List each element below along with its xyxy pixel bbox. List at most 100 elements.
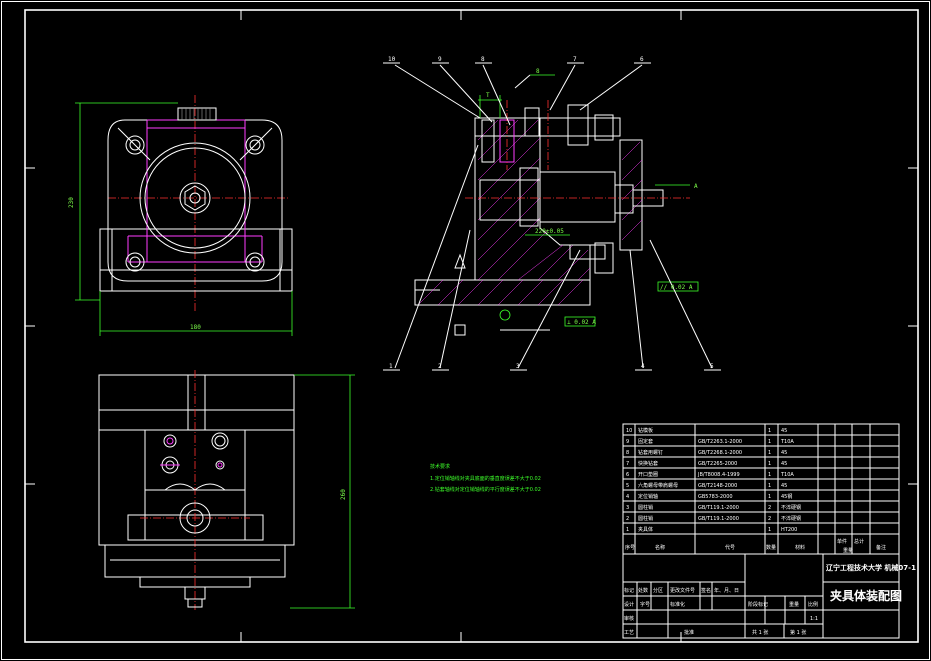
row-name: 钻模板 [638, 427, 653, 434]
row-code: GB5783-2000 [698, 494, 733, 500]
hdr-remark: 备注 [876, 544, 886, 551]
row-material: T10A [780, 439, 794, 445]
row-material: 45 [781, 461, 787, 467]
dim-side-top: T [486, 92, 490, 99]
school-name: 辽宁工程技术大学 机械07-1 [826, 563, 916, 572]
tb-standard: 标准化 [670, 601, 685, 608]
dim-top-height: 260 [340, 489, 347, 500]
tb-scale: 1:1 [810, 616, 818, 622]
notes-title: 技术要求 [430, 463, 450, 470]
row-material: HT200 [781, 527, 797, 533]
row-name: 六角螺母带肩螺母 [638, 482, 678, 489]
tb-label-zone: 分区 [653, 587, 663, 594]
row-qty: 1 [768, 472, 771, 478]
row-no: 2 [626, 516, 629, 522]
drawing-name: 夹具体装配图 [830, 588, 902, 603]
row-code: GB/T2268.1-2000 [698, 450, 742, 456]
row-code: GB/T2265-2000 [698, 461, 737, 467]
row-name: 固定套 [638, 438, 653, 445]
dim-front-width: 180 [190, 324, 201, 331]
tb-process: 工艺 [624, 630, 634, 636]
tolerance-flat: ⊥ 0.02 A [567, 319, 596, 326]
datum-label: A [694, 183, 698, 190]
row-code: GB/T119.1-2000 [698, 505, 739, 511]
callout-1: 1 [389, 363, 393, 370]
hdr-mat: 材料 [795, 544, 805, 551]
dim-side-mid: 8 [536, 68, 540, 75]
callout-3: 3 [516, 363, 520, 370]
row-qty: 1 [768, 461, 771, 467]
row-material: 不淬硬钢 [781, 504, 801, 511]
hdr-code: 代号 [725, 544, 735, 551]
row-qty: 1 [768, 483, 771, 489]
row-name: 圆柱销 [638, 504, 653, 511]
callout-5: 5 [710, 363, 714, 370]
row-name: 快换钻套 [638, 460, 658, 467]
tb-stage: 阶段标记 [748, 601, 768, 608]
notes-line-2: 2.钻套轴线对定位销轴线的平行度误差不大于0.02 [430, 486, 541, 493]
cad-drawing: 230 180 260 T 8 220±0.05 // 0.02 A ⊥ 0.0… [1, 1, 930, 660]
tb-label-sign: 签名 [701, 587, 711, 594]
dim-side-low: 220±0.05 [535, 228, 564, 235]
top-view [98, 370, 355, 610]
row-qty: 1 [768, 494, 771, 500]
hdr-qty: 数量 [766, 544, 776, 551]
row-code: GB/T2148-2000 [698, 483, 737, 489]
tb-weight: 重量 [789, 601, 799, 608]
row-no: 9 [626, 439, 629, 445]
row-no: 4 [626, 494, 629, 500]
row-no: 10 [626, 428, 632, 434]
row-qty: 2 [768, 505, 771, 511]
row-qty: 1 [768, 527, 771, 533]
hdr-no: 序号 [625, 544, 635, 551]
row-material: 不淬硬钢 [781, 515, 801, 522]
row-code: GB/T119.1-2000 [698, 516, 739, 522]
callout-10: 10 [388, 56, 396, 63]
row-qty: 1 [768, 439, 771, 445]
row-no: 6 [626, 472, 629, 478]
tb-scale-label: 比例 [808, 601, 818, 608]
row-material: 45 [781, 450, 787, 456]
row-qty: 1 [768, 450, 771, 456]
hdr-unit: 单件 [837, 538, 847, 545]
tb-design: 设计 [624, 601, 634, 608]
hdr-name: 名称 [655, 544, 665, 551]
row-qty: 1 [768, 428, 771, 434]
hdr-total: 总计 [854, 538, 864, 545]
tb-approve: 批准 [684, 629, 694, 636]
row-material: 45钢 [781, 493, 792, 500]
row-name: 钻套用螺钉 [638, 449, 663, 456]
callout-7: 7 [573, 56, 577, 63]
tb-label-count: 处数 [638, 587, 648, 594]
row-code: JB/T8008.4-1999 [697, 472, 740, 478]
front-view [75, 95, 293, 336]
notes-line-1: 1.定位销轴线对夹具底面的垂直度误差不大于0.02 [430, 475, 541, 482]
tolerance-perp: // 0.02 A [660, 284, 693, 291]
dim-front-height: 230 [68, 197, 75, 208]
drawing-frame [24, 9, 919, 643]
row-name: 夹具体 [638, 526, 653, 533]
row-material: 45 [781, 483, 787, 489]
callout-6: 6 [640, 56, 644, 63]
row-no: 1 [626, 527, 629, 533]
zone-marks [25, 10, 918, 642]
hdr-weight: 重量 [843, 547, 853, 554]
row-name: 定位销轴 [638, 493, 658, 500]
tb-label-date: 年、月、日 [714, 587, 739, 594]
row-no: 3 [626, 505, 629, 511]
tb-label-mark: 标记 [624, 587, 634, 594]
row-code: GB/T2263.1-2000 [698, 439, 742, 445]
callout-2: 2 [438, 363, 442, 370]
tb-sheet-no: 第 1 张 [790, 629, 806, 636]
row-material: T10A [780, 472, 794, 478]
tb-sheet-total: 共 1 张 [752, 629, 768, 636]
section-view [383, 62, 721, 371]
row-no: 5 [626, 483, 629, 489]
callout-4: 4 [641, 363, 645, 370]
tb-label-doc: 更改文件号 [670, 587, 695, 594]
tb-review: 审核 [624, 615, 634, 622]
row-qty: 2 [768, 516, 771, 522]
row-material: 45 [781, 428, 787, 434]
tb-sig: 字号 [640, 601, 650, 608]
row-no: 8 [626, 450, 629, 456]
